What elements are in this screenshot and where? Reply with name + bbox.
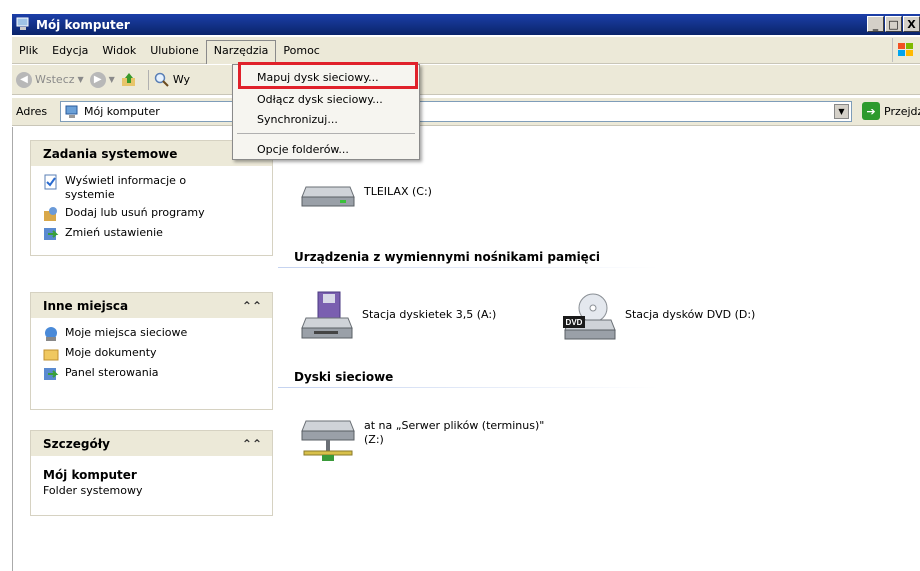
go-arrow-icon: ➔ <box>862 102 880 120</box>
search-label: Wy <box>172 73 191 86</box>
task-label: Dodaj lub usuń programy <box>65 206 205 219</box>
place-network-places[interactable]: Moje miejsca sieciowe <box>43 326 262 342</box>
content-area: Zadania systemowe Wyświetl informacje o … <box>12 127 920 571</box>
my-computer-icon <box>65 105 78 118</box>
task-add-remove-programs[interactable]: Dodaj lub usuń programy <box>43 206 262 222</box>
other-places-header[interactable]: Inne miejsca ⌃⌃ <box>31 293 272 318</box>
my-computer-icon <box>16 17 29 30</box>
folder-icon <box>43 349 59 361</box>
address-bar: Adres Mój komputer ▼ ➔ Przejdź <box>12 98 920 126</box>
menu-help[interactable]: Pomoc <box>276 41 326 60</box>
menu-bar: Plik Edycja Widok Ulubione Narzędzia Pom… <box>12 37 920 64</box>
drive-label-line1: at na „Serwer plików (terminus)" <box>364 419 545 432</box>
section-divider <box>278 387 658 388</box>
menu-item-disconnect-network-drive[interactable]: Odłącz dysk sieciowy... <box>233 89 419 109</box>
details-title: Szczegóły <box>43 436 110 451</box>
up-folder-icon <box>121 72 135 86</box>
menu-edit[interactable]: Edycja <box>45 41 95 60</box>
task-view-system-info[interactable]: Wyświetl informacje o systemie <box>43 174 262 202</box>
menu-separator <box>237 133 415 134</box>
address-label: Adres <box>16 105 48 118</box>
place-my-documents[interactable]: Moje dokumenty <box>43 346 262 362</box>
menu-tools[interactable]: Narzędzia <box>205 40 277 64</box>
highlight-box <box>238 62 418 89</box>
maximize-button[interactable]: □ <box>885 16 902 32</box>
details-name: Mój komputer <box>43 468 137 482</box>
menu-file[interactable]: Plik <box>12 41 45 60</box>
drive-label: at na „Serwer plików (terminus)" (Z:) <box>364 419 544 447</box>
up-folder-button[interactable] <box>121 72 137 88</box>
back-arrow-icon: ◀ <box>16 71 32 88</box>
hard-disk-icon <box>301 186 355 207</box>
window-title: Mój komputer <box>36 17 130 32</box>
search-icon <box>154 72 169 87</box>
drive-z[interactable]: at na „Serwer plików (terminus)" (Z:) <box>300 417 544 465</box>
collapse-chevron-icon[interactable]: ⌃⌃ <box>242 299 262 313</box>
windows-logo-icon <box>892 38 918 62</box>
collapse-chevron-icon[interactable]: ⌃⌃ <box>242 437 262 451</box>
minimize-button[interactable]: _ <box>867 16 884 32</box>
drive-a[interactable]: Stacja dyskietek 3,5 (A:) <box>300 290 496 342</box>
forward-arrow-icon: ▶ <box>89 71 106 88</box>
drive-d[interactable]: DVD Stacja dysków DVD (D:) <box>563 290 755 342</box>
other-places-title: Inne miejsca <box>43 298 129 313</box>
drive-label: TLEILAX (C:) <box>364 185 432 198</box>
menu-view[interactable]: Widok <box>95 41 143 60</box>
chevron-down-icon: ▼ <box>77 75 84 84</box>
removable-section-title: Urządzenia z wymiennymi nośnikami pamięc… <box>294 250 601 264</box>
menu-item-folder-options[interactable]: Opcje folderów... <box>233 139 419 159</box>
details-box: Szczegóły ⌃⌃ Mój komputer Folder systemo… <box>30 430 273 516</box>
task-change-setting[interactable]: Zmień ustawienie <box>43 226 262 242</box>
toolbar: ◀ Wstecz ▼ ▶ ▼ Wy <box>12 65 920 95</box>
back-button[interactable]: ◀ Wstecz ▼ <box>16 71 84 88</box>
add-remove-programs-icon <box>44 207 57 221</box>
place-label: Panel sterowania <box>65 366 159 379</box>
system-info-icon <box>44 174 57 190</box>
dvd-badge: DVD <box>566 318 583 327</box>
task-pane: Zadania systemowe Wyświetl informacje o … <box>13 127 275 571</box>
window-title-bar[interactable]: Mój komputer _ □ X <box>12 14 920 35</box>
control-panel-icon <box>44 228 59 240</box>
drive-c[interactable]: TLEILAX (C:) <box>300 179 432 209</box>
drive-label: Stacja dyskietek 3,5 (A:) <box>362 308 497 321</box>
menu-favorites[interactable]: Ulubione <box>143 41 206 60</box>
place-label: Moje miejsca sieciowe <box>65 326 188 339</box>
network-section-title: Dyski sieciowe <box>294 370 394 384</box>
go-button[interactable]: ➔ Przejdź <box>862 102 920 120</box>
place-label: Moje dokumenty <box>65 346 157 359</box>
dvd-drive-icon: DVD <box>563 293 616 340</box>
network-places-icon <box>45 327 57 341</box>
back-label: Wstecz <box>35 73 75 86</box>
address-value: Mój komputer <box>84 105 160 118</box>
close-button[interactable]: X <box>903 16 920 32</box>
menu-item-synchronize[interactable]: Synchronizuj... <box>233 109 419 129</box>
details-description: Folder systemowy <box>43 484 143 497</box>
other-places-box: Inne miejsca ⌃⌃ Moje miejsca sieciowe Mo… <box>30 292 273 410</box>
forward-button[interactable]: ▶ ▼ <box>89 71 115 88</box>
place-control-panel[interactable]: Panel sterowania <box>43 366 262 382</box>
chevron-down-icon: ▼ <box>108 75 115 84</box>
window-controls: _ □ X <box>867 16 920 32</box>
go-label: Przejdź <box>884 104 920 118</box>
floppy-drive-icon <box>301 291 353 339</box>
drive-label: Stacja dysków DVD (D:) <box>625 308 756 321</box>
network-drive-icon <box>301 420 355 461</box>
address-input[interactable]: Mój komputer ▼ <box>60 101 852 122</box>
search-button[interactable]: Wy <box>154 72 190 88</box>
details-header[interactable]: Szczegóły ⌃⌃ <box>31 431 272 456</box>
task-label: Wyświetl informacje o systemie <box>65 174 187 201</box>
section-divider <box>278 267 658 268</box>
control-panel-icon <box>44 368 59 380</box>
drive-label-line2: (Z:) <box>364 433 384 446</box>
system-tasks-title: Zadania systemowe <box>43 146 178 161</box>
toolbar-separator <box>147 69 149 90</box>
address-dropdown-button[interactable]: ▼ <box>834 104 849 119</box>
task-label: Zmień ustawienie <box>65 226 163 239</box>
